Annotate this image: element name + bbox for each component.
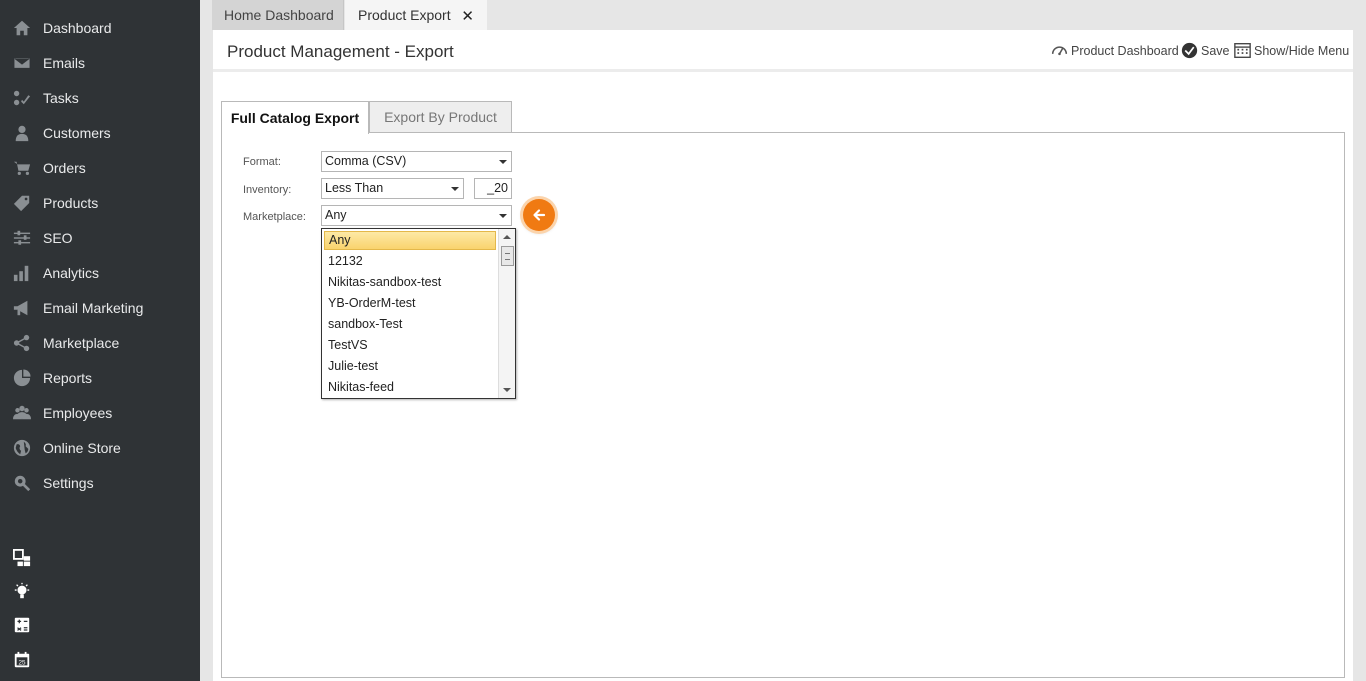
page-header: Product Management - Export Product Dash… [213,30,1353,72]
document-tab-bar: Home Dashboard Product Export ✕ [200,0,1366,30]
globe-icon [12,438,32,458]
marketplace-select[interactable]: Any [321,205,512,226]
user-icon [12,123,32,143]
pie-chart-icon [12,368,32,388]
chevron-down-icon [499,214,507,218]
sidebar-item-label: Employees [43,404,113,421]
bar-chart-icon [12,263,32,283]
format-select[interactable]: Comma (CSV) [321,151,512,172]
sidebar-item-label: Customers [43,124,111,141]
dropdown-option[interactable]: TestVS [324,336,496,355]
page-title: Product Management - Export [227,42,454,61]
dropdown-option[interactable]: Nikitas-sandbox-test [324,273,496,292]
sidebar-item-email-marketing[interactable]: Email Marketing [0,290,200,325]
lightbulb-icon[interactable] [12,581,32,601]
home-icon [12,18,32,38]
tab-label: Home Dashboard [224,7,334,23]
scroll-down-icon[interactable] [503,388,511,392]
tab-label: Product Export [358,7,451,23]
calculator-icon[interactable] [12,615,32,635]
svg-text:25: 25 [18,660,26,667]
dropdown-option[interactable]: YB-OrderM-test [324,294,496,313]
grid-menu-icon [1234,43,1251,58]
sidebar-item-tasks[interactable]: Tasks [0,80,200,115]
tab-full-catalog-export[interactable]: Full Catalog Export [221,101,369,134]
cart-icon [12,158,32,178]
sidebar-item-label: Tasks [43,89,79,106]
sidebar-item-orders[interactable]: Orders [0,150,200,185]
tab-product-export[interactable]: Product Export ✕ [345,0,487,30]
users-icon [12,403,32,423]
sidebar-item-dashboard[interactable]: Dashboard [0,10,200,45]
sliders-icon [12,228,32,248]
inventory-label: Inventory: [243,184,292,196]
sidebar-item-customers[interactable]: Customers [0,115,200,150]
megaphone-icon [12,298,32,318]
calendar-icon[interactable]: 25 [12,650,32,670]
sidebar-item-analytics[interactable]: Analytics [0,255,200,290]
arrow-left-icon [523,199,555,231]
sidebar-item-label: Reports [43,369,93,386]
save-button[interactable]: Save [1181,42,1230,59]
tasks-icon [12,88,32,108]
dropdown-option[interactable]: Nikitas-feed [324,378,496,397]
dropdown-scrollbar[interactable] [498,229,515,398]
share-icon [12,333,32,353]
check-circle-icon [1181,42,1198,59]
sidebar-item-label: Emails [43,54,86,71]
show-hide-menu-label: Show/Hide Menu [1254,43,1350,58]
show-hide-menu-button[interactable]: Show/Hide Menu [1234,42,1349,59]
sidebar-item-label: Dashboard [43,19,112,36]
sidebar-item-employees[interactable]: Employees [0,395,200,430]
dropdown-option[interactable]: Any [324,231,496,250]
sidebar-item-label: Orders [43,159,86,176]
gear-search-icon [12,473,32,493]
save-label: Save [1201,43,1230,58]
sidebar-item-label: Analytics [43,264,100,281]
marketplace-dropdown-list[interactable]: Any 12132 Nikitas-sandbox-test YB-OrderM… [321,228,516,399]
sidebar: Dashboard Emails Tasks Customers Orders … [0,0,200,681]
tag-icon [12,193,32,213]
tab-home-dashboard[interactable]: Home Dashboard [212,0,344,30]
sidebar-item-emails[interactable]: Emails [0,45,200,80]
format-value: Comma (CSV) [325,154,407,168]
inventory-operator-select[interactable]: Less Than [321,178,464,199]
sidebar-item-reports[interactable]: Reports [0,360,200,395]
sidebar-item-seo[interactable]: SEO [0,220,200,255]
scrollbar-thumb[interactable] [501,246,514,266]
dropdown-option[interactable]: 12132 [324,252,496,271]
scroll-up-icon[interactable] [503,235,511,239]
page-scrollbar[interactable] [1353,30,1366,681]
speedometer-icon [1051,46,1068,56]
sidebar-item-label: Settings [43,474,94,491]
sidebar-item-label: Marketplace [43,334,120,351]
marketplace-value: Any [325,208,347,222]
inventory-operator-value: Less Than [325,181,384,195]
envelope-icon [12,53,32,73]
sidebar-item-label: Products [43,194,99,211]
close-icon[interactable]: ✕ [461,7,474,25]
sidebar-item-products[interactable]: Products [0,185,200,220]
sidebar-item-label: Online Store [43,439,121,456]
tab-export-by-product[interactable]: Export By Product [369,101,512,133]
product-dashboard-button[interactable]: Product Dashboard [1051,42,1179,59]
widgets-icon[interactable] [12,548,32,568]
sidebar-item-label: Email Marketing [43,299,144,316]
chevron-down-icon [499,160,507,164]
sidebar-item-settings[interactable]: Settings [0,465,200,500]
sidebar-item-marketplace[interactable]: Marketplace [0,325,200,360]
inventory-quantity-input[interactable]: _20 [474,178,512,199]
main-panel: Product Management - Export Product Dash… [213,30,1353,681]
sidebar-item-label: SEO [43,229,73,246]
product-dashboard-label: Product Dashboard [1071,43,1179,58]
dropdown-option[interactable]: sandbox-Test [324,315,496,334]
format-label: Format: [243,156,281,168]
dropdown-option[interactable]: Julie-test [324,357,496,376]
sidebar-item-online-store[interactable]: Online Store [0,430,200,465]
marketplace-label: Marketplace: [243,211,306,223]
chevron-down-icon [451,187,459,191]
